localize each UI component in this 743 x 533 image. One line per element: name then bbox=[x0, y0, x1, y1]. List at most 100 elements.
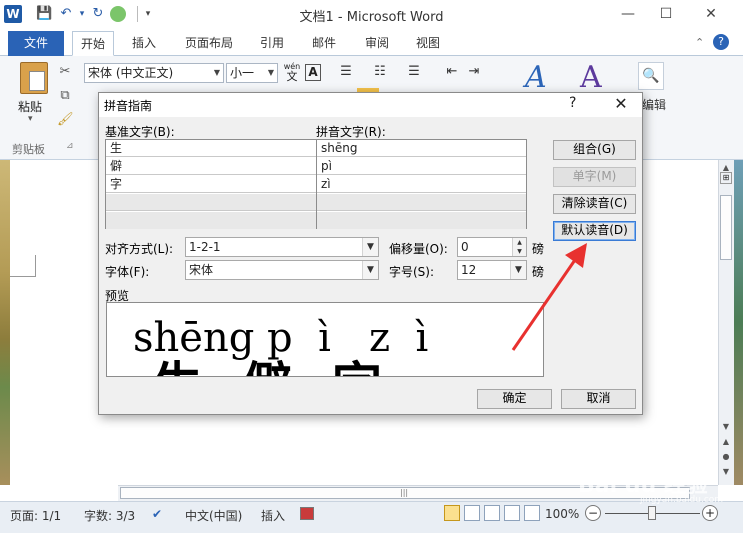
ruby-text-label: 拼音文字(R): bbox=[316, 125, 386, 139]
base-text-cell[interactable]: 僻 bbox=[106, 158, 316, 175]
base-text-label: 基准文字(B): bbox=[105, 125, 175, 139]
ruby-text-cell[interactable]: zì bbox=[317, 176, 526, 193]
chevron-down-icon: ▼ bbox=[213, 68, 220, 77]
mono-ruby-button[interactable]: 单字(M) bbox=[553, 167, 636, 187]
web-layout-icon[interactable] bbox=[484, 505, 500, 521]
alignment-label: 对齐方式(L): bbox=[105, 242, 174, 256]
close-window-button[interactable]: ✕ bbox=[700, 4, 722, 24]
print-layout-icon[interactable] bbox=[444, 505, 460, 521]
paste-button-label[interactable]: 粘贴 bbox=[18, 98, 42, 115]
zoom-out-button[interactable]: − bbox=[585, 505, 601, 521]
next-page-icon[interactable]: ▼ bbox=[720, 467, 732, 476]
font-label: 字体(F): bbox=[105, 265, 150, 279]
full-screen-reading-icon[interactable] bbox=[464, 505, 480, 521]
arrow-head bbox=[565, 243, 587, 268]
cancel-button[interactable]: 取消 bbox=[561, 389, 636, 409]
offset-value: 0 bbox=[461, 240, 469, 254]
previous-page-icon[interactable]: ▲ bbox=[720, 437, 732, 446]
offset-label: 偏移量(O): bbox=[389, 242, 448, 256]
ruby-text-cell bbox=[317, 194, 526, 211]
collapse-ribbon-icon[interactable]: ⌃ bbox=[695, 36, 704, 49]
clipboard-group-label: 剪贴板 bbox=[12, 143, 45, 156]
proofing-icon[interactable]: ✔ bbox=[152, 507, 168, 521]
outline-icon[interactable] bbox=[504, 505, 520, 521]
ruby-text-cell[interactable]: shēng bbox=[317, 140, 526, 157]
arrow-shaft bbox=[511, 256, 579, 351]
font-size-combo[interactable]: 小一 ▼ bbox=[226, 63, 278, 83]
change-styles-icon[interactable]: A bbox=[580, 60, 602, 95]
clipboard-launcher-icon[interactable]: ⊿ bbox=[66, 141, 74, 151]
page-count[interactable]: 页面: 1/1 bbox=[10, 507, 61, 524]
paste-icon[interactable] bbox=[20, 62, 48, 94]
maximize-button[interactable]: ☐ bbox=[655, 4, 677, 24]
zoom-slider-thumb[interactable] bbox=[648, 506, 656, 520]
bullets-icon[interactable]: ☰ bbox=[338, 64, 354, 80]
dialog-title: 拼音指南 bbox=[104, 99, 153, 113]
phonetic-grid: 生 shēng 僻 pì 字 zì bbox=[105, 139, 527, 229]
minimize-button[interactable]: — bbox=[617, 4, 639, 24]
font-select[interactable]: 宋体 ▼ bbox=[185, 260, 379, 280]
annotation-arrow-icon bbox=[511, 243, 587, 351]
chevron-down-icon: ▼ bbox=[362, 238, 378, 256]
decrease-indent-icon[interactable]: ⇤ bbox=[444, 64, 460, 80]
page-margin-corner bbox=[10, 255, 36, 277]
scroll-up-icon[interactable]: ▲ bbox=[720, 163, 732, 172]
watermark-url: jingyan.baidu.com bbox=[640, 495, 724, 505]
editing-group-label[interactable]: 编辑 bbox=[642, 96, 666, 113]
dialog-close-button[interactable]: ✕ bbox=[610, 94, 632, 114]
phonetic-guide-icon[interactable]: wén 文 bbox=[283, 62, 301, 82]
group-button[interactable]: 组合(G) bbox=[553, 140, 636, 160]
ruler-toggle-icon[interactable]: ⊞ bbox=[720, 172, 732, 184]
paste-dropdown-icon[interactable]: ▾ bbox=[28, 114, 33, 124]
multilevel-list-icon[interactable]: ☰ bbox=[406, 64, 422, 80]
size-label: 字号(S): bbox=[389, 265, 435, 279]
font-value: 宋体 bbox=[189, 263, 214, 277]
character-border-icon[interactable]: A bbox=[305, 64, 321, 81]
scroll-down-icon[interactable]: ▼ bbox=[720, 422, 732, 431]
tab-page-layout[interactable]: 页面布局 bbox=[177, 31, 241, 56]
zoom-level[interactable]: 100% bbox=[545, 507, 579, 521]
copy-icon[interactable]: ⧉ bbox=[57, 88, 73, 104]
font-name-value: 宋体 (中文正文) bbox=[88, 66, 174, 80]
tab-file[interactable]: 文件 bbox=[8, 31, 64, 56]
macro-record-icon[interactable] bbox=[300, 507, 314, 520]
alignment-select[interactable]: 1-2-1 ▼ bbox=[185, 237, 379, 257]
font-name-combo[interactable]: 宋体 (中文正文) ▼ bbox=[84, 63, 224, 83]
base-text-cell[interactable]: 生 bbox=[106, 140, 316, 157]
tab-view[interactable]: 视图 bbox=[408, 31, 448, 56]
ok-button[interactable]: 确定 bbox=[477, 389, 552, 409]
scroll-grip-icon: ||| bbox=[400, 488, 409, 497]
format-painter-icon[interactable]: 🖌 bbox=[57, 112, 74, 128]
draft-icon[interactable] bbox=[524, 505, 540, 521]
language-indicator[interactable]: 中文(中国) bbox=[185, 507, 242, 524]
cut-icon[interactable]: ✂ bbox=[57, 64, 73, 80]
preview-box: shēng p ì z ì 生僻字 bbox=[106, 302, 544, 377]
desktop-background-strip bbox=[734, 160, 743, 485]
tab-home[interactable]: 开始 bbox=[72, 31, 115, 56]
tab-references[interactable]: 引用 bbox=[252, 31, 292, 56]
increase-indent-icon[interactable]: ⇥ bbox=[466, 64, 482, 80]
find-icon[interactable]: 🔍 bbox=[638, 62, 664, 90]
tab-review[interactable]: 审阅 bbox=[357, 31, 397, 56]
zoom-in-button[interactable]: + bbox=[702, 505, 718, 521]
clear-ruby-button[interactable]: 清除读音(C) bbox=[553, 194, 636, 214]
base-text-cell bbox=[106, 194, 316, 211]
word-count[interactable]: 字数: 3/3 bbox=[84, 507, 135, 524]
font-size-value: 小一 bbox=[230, 66, 255, 80]
browse-object-icon[interactable]: ● bbox=[720, 452, 732, 461]
tab-insert[interactable]: 插入 bbox=[124, 31, 164, 56]
tab-mailings[interactable]: 邮件 bbox=[304, 31, 344, 56]
dialog-title-bar bbox=[99, 93, 642, 117]
ruby-text-cell[interactable]: pì bbox=[317, 158, 526, 175]
help-icon[interactable]: ? bbox=[713, 34, 729, 50]
base-text-cell[interactable]: 字 bbox=[106, 176, 316, 193]
dialog-help-button[interactable]: ? bbox=[569, 95, 576, 111]
vertical-scroll-thumb[interactable] bbox=[720, 195, 732, 260]
chevron-down-icon: ▼ bbox=[362, 261, 378, 279]
preview-pinyin-text: shēng p ì z ì bbox=[133, 315, 429, 361]
quick-styles-icon[interactable]: A bbox=[525, 60, 547, 95]
size-value: 12 bbox=[461, 263, 477, 277]
numbering-icon[interactable]: ☷ bbox=[372, 64, 388, 80]
insert-mode[interactable]: 插入 bbox=[261, 507, 285, 524]
ruby-text-cell bbox=[317, 212, 526, 229]
